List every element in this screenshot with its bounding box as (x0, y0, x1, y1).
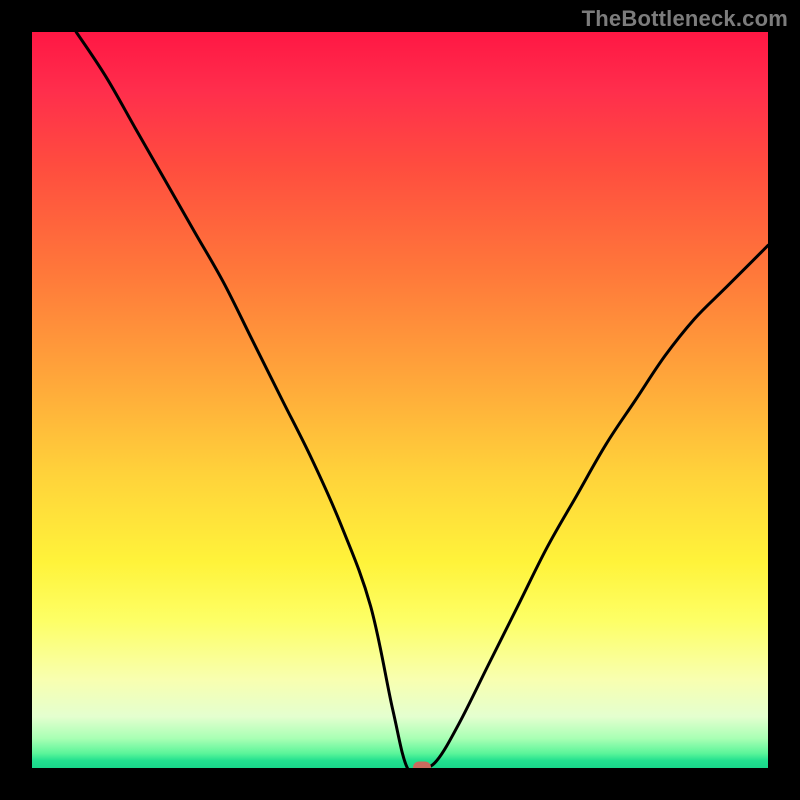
chart-frame: TheBottleneck.com (0, 0, 800, 800)
watermark-text: TheBottleneck.com (582, 6, 788, 32)
optimum-marker-icon (413, 762, 431, 769)
bottleneck-curve (32, 32, 768, 768)
plot-area (32, 32, 768, 768)
